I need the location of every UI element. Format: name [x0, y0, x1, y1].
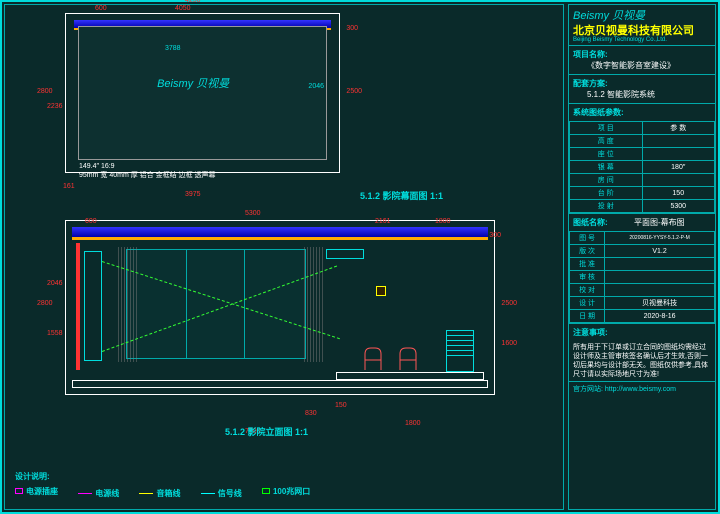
- parameter-table: 项 目参 数 高 度 座 位 银 幕180″ 房 间 台 阶150 投 射530…: [569, 121, 715, 213]
- projector-icon: [326, 249, 364, 259]
- notice-text: 所有用于下订单或订立合同的图纸均需经过设计师及主管审核签名确认后才生效,否则一切…: [569, 341, 715, 381]
- legend: 设计说明: 电源插座 电源线 音箱线 信号线 100兆网口: [15, 471, 328, 500]
- drawing-sheet: Beismy 贝视曼 600 4050 4250 300 2800 2236 3…: [0, 0, 720, 514]
- brand-logo: Beismy 贝视曼: [569, 5, 715, 25]
- cinema-seat-icon: [361, 342, 385, 372]
- projection-screen: Beismy 贝视曼: [78, 26, 327, 160]
- wall-outlet-icon: [376, 286, 386, 296]
- window-wall: [126, 249, 306, 359]
- title-block: Beismy 贝视曼 北京贝视曼科技有限公司 Beijing Beismy Te…: [568, 4, 716, 510]
- drawing-name: 平面图-幕布图: [608, 217, 711, 228]
- company-name: 北京贝视曼科技有限公司: [569, 25, 715, 37]
- website-url: 官方网站: http://www.beismy.com: [569, 381, 715, 396]
- metadata-table: 图 号20200816-YYSY-5.1.2-P-M 版 次V1.2 批 准 审…: [569, 231, 715, 323]
- screen-logo: Beismy 贝视曼: [153, 73, 233, 93]
- figure-caption-1: 5.1.2 影院幕面图 1:1: [360, 189, 443, 202]
- figure-caption-2: 5.1.2 影院立面图 1:1: [225, 425, 308, 438]
- cinema-seat-icon: [396, 342, 420, 372]
- project-name: 《数字智能影音室建设》: [573, 60, 711, 71]
- screen-side: [84, 251, 102, 361]
- main-area: Beismy 贝视曼 600 4050 4250 300 2800 2236 3…: [4, 4, 564, 510]
- cinema-section-view: 5300 600 2161 1800 2800 2046 1558 2500 1…: [65, 220, 495, 425]
- plan-name: 5.1.2 智能影院系统: [573, 89, 711, 100]
- screen-front-view: Beismy 贝视曼 600 4050 4250 300 2800 2236 3…: [65, 13, 340, 188]
- equipment-rack-icon: [446, 330, 474, 372]
- design-notes-label: 设计说明:: [15, 471, 328, 482]
